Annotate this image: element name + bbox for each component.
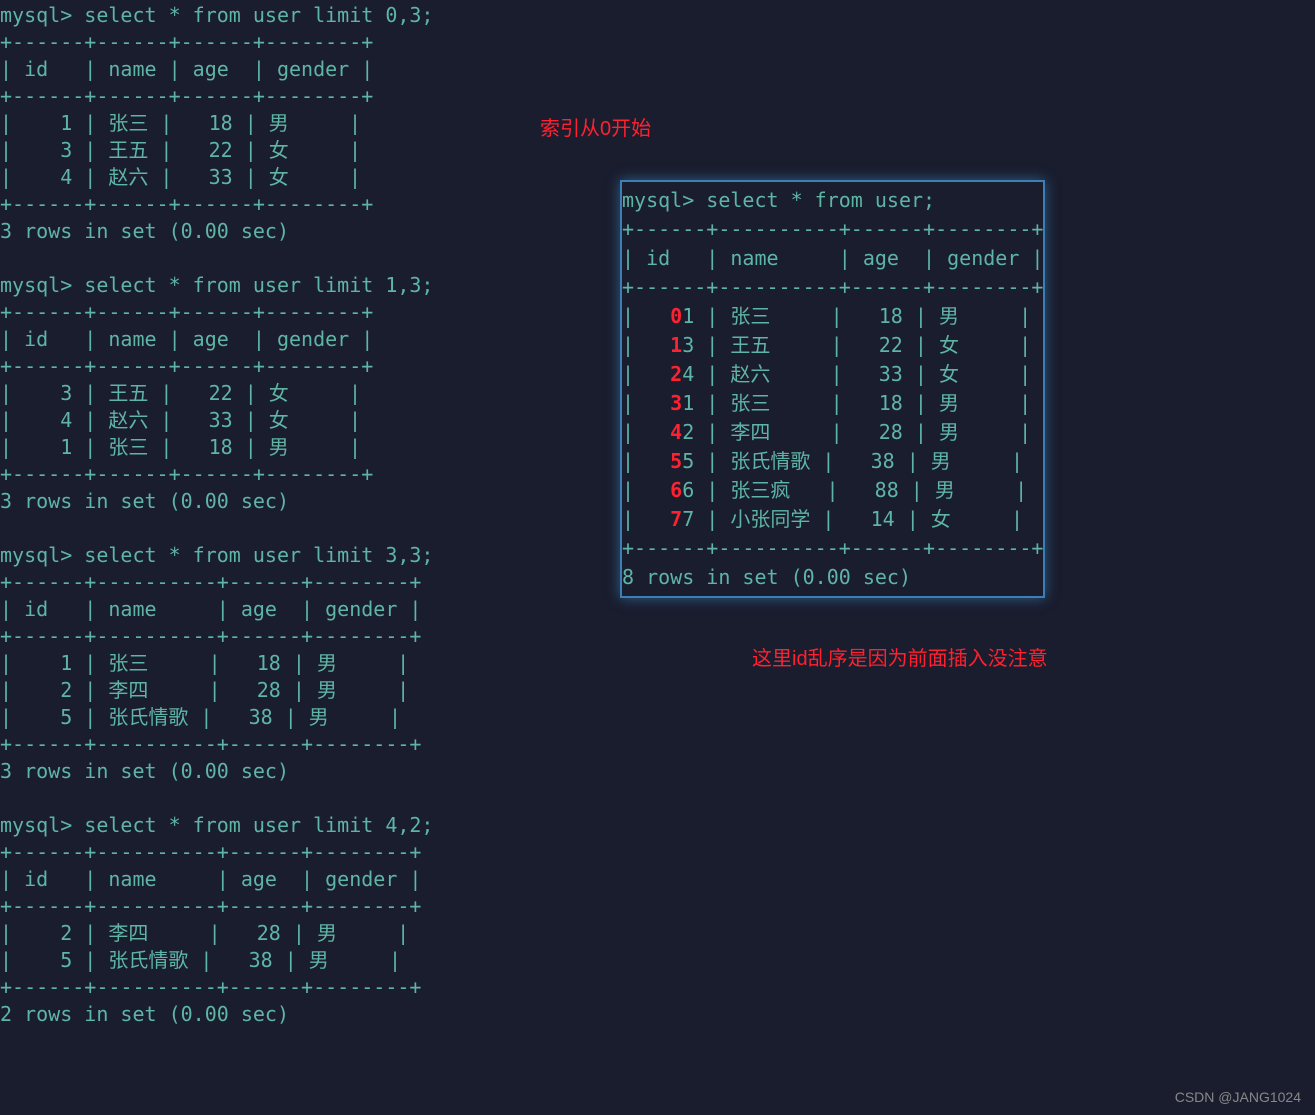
watermark: CSDN @JANG1024 bbox=[1175, 1089, 1301, 1105]
annotation-top: 索引从0开始 bbox=[540, 112, 651, 141]
terminal-left: mysql> select * from user limit 0,3; +--… bbox=[0, 2, 433, 1028]
terminal-right: mysql> select * from user; +------+-----… bbox=[620, 180, 1045, 598]
annotation-bottom: 这里id乱序是因为前面插入没注意 bbox=[752, 642, 1048, 671]
